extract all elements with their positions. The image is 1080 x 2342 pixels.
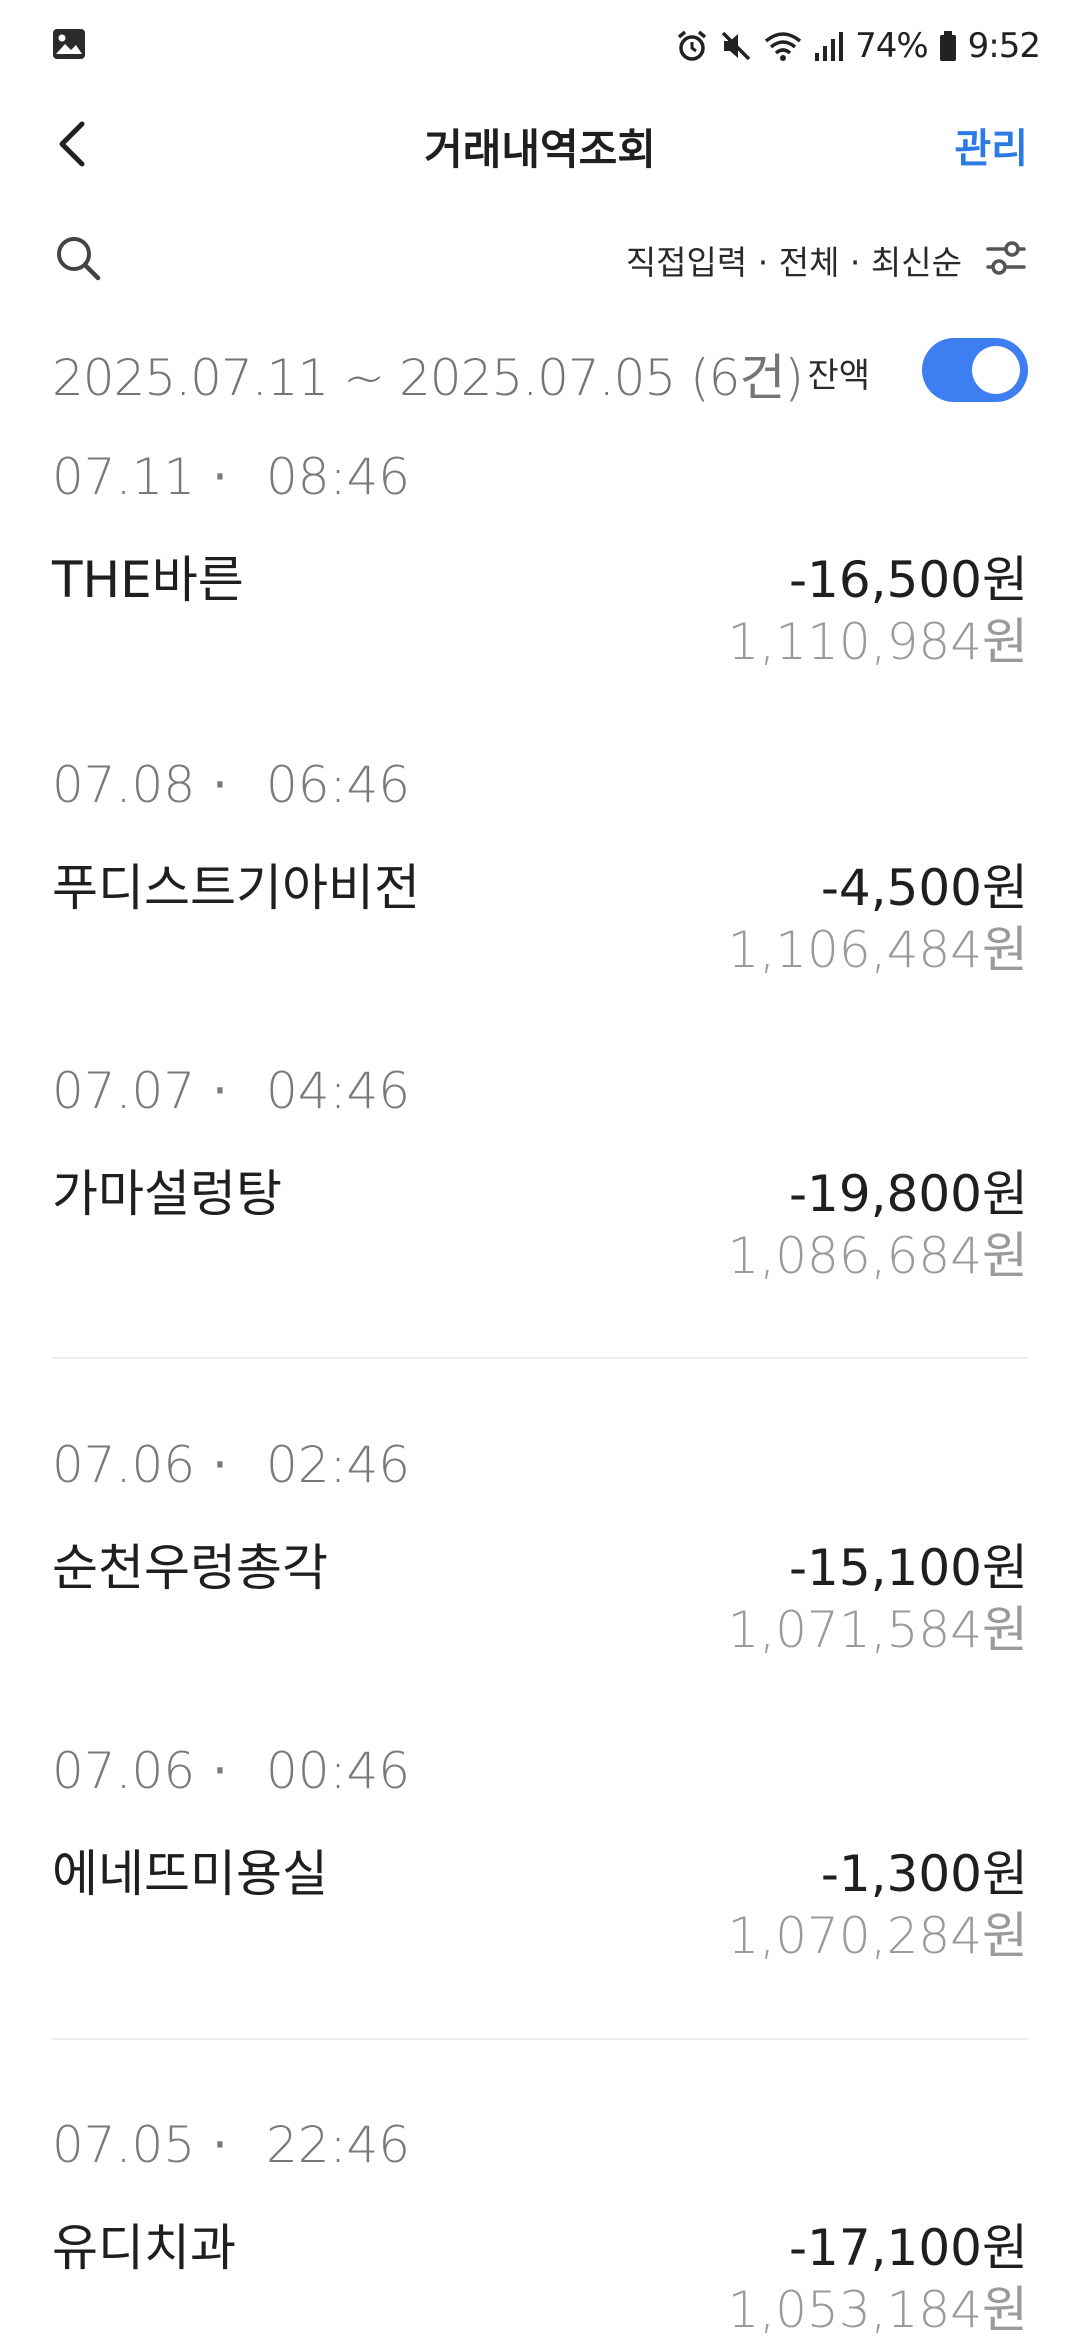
balance-toggle-label: 잔액 — [807, 356, 870, 396]
merchant-name: 유디치과 — [52, 2219, 236, 2277]
search-icon — [57, 237, 101, 281]
manage-button[interactable]: 관리 — [954, 116, 1028, 174]
date-time-separator: · — [212, 448, 228, 506]
date-range[interactable]: 2025.07.11 ~ 2025.07.05 (6건) — [52, 338, 804, 410]
balance-toggle[interactable] — [922, 338, 1028, 402]
transaction-date: 07.05 — [52, 2116, 196, 2174]
transaction-time: 04:46 — [266, 1062, 411, 1120]
balance-after: 1,071,584원 — [727, 1601, 1028, 1659]
transaction-time: 08:46 — [266, 448, 411, 506]
toggle-knob — [972, 346, 1020, 394]
gallery-icon — [52, 28, 86, 64]
merchant-name: 가마설렁탕 — [52, 1165, 282, 1223]
filter-summary[interactable]: 직접입력 · 전체 · 최신순 — [626, 236, 962, 284]
transaction-time: 02:46 — [266, 1436, 411, 1494]
balance-after: 1,110,984원 — [727, 613, 1028, 671]
transaction-date: 07.06 — [52, 1742, 196, 1800]
wifi-icon — [763, 29, 803, 63]
balance-after: 1,106,484원 — [727, 921, 1028, 979]
alarm-icon — [675, 29, 709, 63]
date-group-divider — [52, 1357, 1028, 1359]
merchant-name: THE바른 — [52, 551, 244, 609]
transaction-item[interactable]: 07.05 · 22:46 유디치과 -17,100원 1,053,184원 — [0, 2116, 1080, 2339]
transaction-time: 22:46 — [266, 2116, 411, 2174]
transaction-item[interactable]: 07.08 · 06:46 푸디스트기아비전 -4,500원 1,106,484… — [0, 756, 1080, 1016]
date-group-divider — [52, 2038, 1028, 2040]
transaction-item[interactable]: 07.11 · 08:46 THE바른 -16,500원 1,110,984원 — [0, 448, 1080, 708]
transaction-date: 07.11 — [52, 448, 196, 506]
transaction-date: 07.07 — [52, 1062, 196, 1120]
slider-settings-icon — [986, 241, 1026, 275]
signal-icon — [813, 29, 845, 63]
transaction-item[interactable]: 07.07 · 04:46 가마설렁탕 -19,800원 1,086,684원 — [0, 1062, 1080, 1322]
date-range-row: 2025.07.11 ~ 2025.07.05 (6건) 잔액 — [0, 330, 1080, 410]
page-title: 거래내역조회 — [424, 125, 656, 174]
balance-after: 1,053,184원 — [727, 2281, 1028, 2339]
search-button[interactable] — [54, 234, 102, 286]
filter-bar: 직접입력 · 전체 · 최신순 — [0, 222, 1080, 294]
date-time-separator: · — [212, 2116, 228, 2174]
date-time-separator: · — [212, 1436, 228, 1494]
transaction-time: 06:46 — [266, 756, 411, 814]
transaction-date: 07.06 — [52, 1436, 196, 1494]
transaction-item[interactable]: 07.06 · 02:46 순천우렁총각 -15,100원 1,071,584원 — [0, 1436, 1080, 1696]
transaction-date: 07.08 — [52, 756, 196, 814]
date-time-separator: · — [212, 756, 228, 814]
status-bar: 74% 9:52 — [0, 0, 1080, 92]
clock: 9:52 — [967, 26, 1041, 66]
mute-icon — [719, 29, 753, 63]
date-time-separator: · — [212, 1742, 228, 1800]
filter-settings-button[interactable] — [984, 236, 1028, 284]
app-header: 거래내역조회 관리 — [0, 92, 1080, 196]
merchant-name: 에네뜨미용실 — [52, 1845, 328, 1903]
balance-after: 1,070,284원 — [727, 1907, 1028, 1965]
battery-percent: 74% — [855, 26, 929, 66]
merchant-name: 순천우렁총각 — [52, 1539, 328, 1597]
date-time-separator: · — [212, 1062, 228, 1120]
battery-icon — [938, 29, 958, 63]
balance-after: 1,086,684원 — [727, 1227, 1028, 1285]
merchant-name: 푸디스트기아비전 — [52, 859, 420, 917]
transaction-item[interactable]: 07.06 · 00:46 에네뜨미용실 -1,300원 1,070,284원 — [0, 1742, 1080, 2002]
transaction-time: 00:46 — [266, 1742, 411, 1800]
